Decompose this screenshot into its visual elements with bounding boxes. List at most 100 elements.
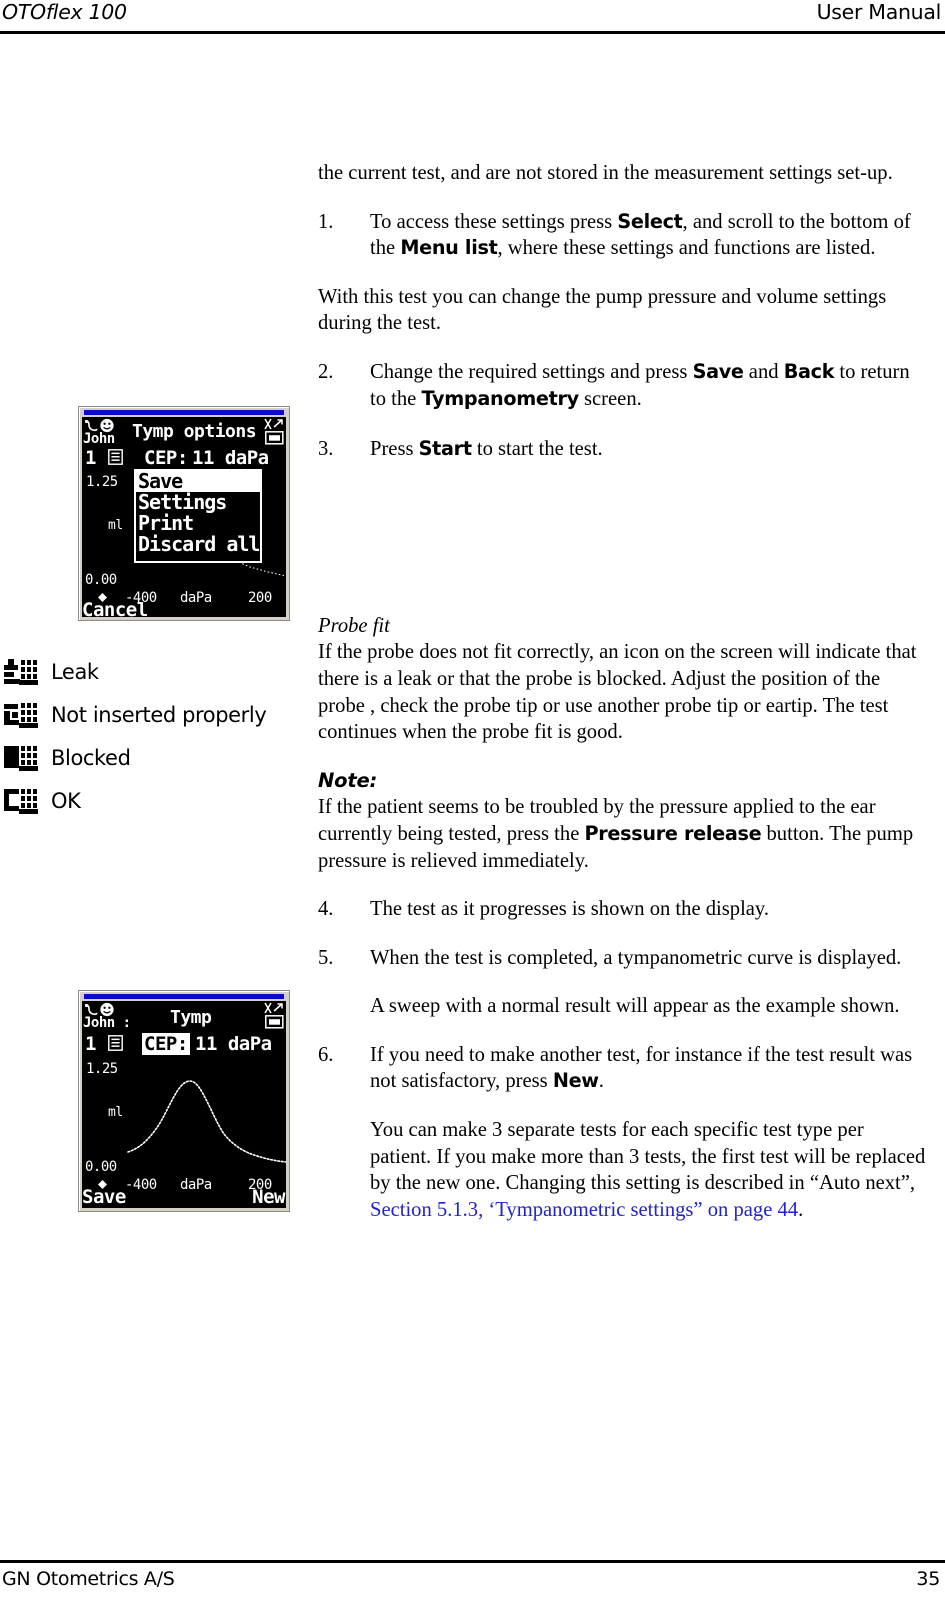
step-1-text-c: , where these settings and functions are…	[497, 237, 876, 260]
lcd-options-menu[interactable]: Save Settings Print Discard all	[134, 469, 262, 563]
probe-not-inserted-icon	[4, 702, 38, 728]
lcd-x-unit: daPa	[180, 590, 212, 606]
legend-row-blocked: Blocked	[4, 736, 304, 779]
lcd-x-unit-2: daPa	[180, 1177, 212, 1193]
lcd-patient-name-2: John :	[83, 1015, 131, 1031]
step-1-bold-menu-list: Menu list	[400, 236, 498, 260]
step-2-text-d: screen.	[578, 387, 642, 410]
step-3-text-b: to start the test.	[471, 438, 603, 461]
legend-label-leak: Leak	[51, 659, 99, 684]
footer-rule	[0, 1560, 945, 1563]
step-4: 4. The test as it progresses is shown on …	[318, 896, 928, 923]
legend-label-ok: OK	[51, 788, 81, 813]
legend-row-not-inserted: Not inserted properly	[4, 693, 304, 736]
menu-item-settings[interactable]: Settings	[136, 492, 260, 513]
step-6-text-b: .	[598, 1070, 604, 1093]
menu-item-save[interactable]: Save	[136, 471, 260, 492]
lcd-y-min: 0.00	[85, 572, 117, 588]
tympanogram-curve	[127, 1080, 286, 1163]
lcd-x-max: 200	[248, 590, 272, 606]
softkey-save[interactable]: Save	[82, 1186, 126, 1208]
step-6-bold-new: New	[552, 1069, 599, 1093]
lcd-patient-name: John	[83, 431, 115, 447]
step-1: 1. To access these settings press Select,…	[318, 209, 928, 262]
step-6-text-a: If you need to make another test, for in…	[370, 1043, 913, 1093]
lcd-screen-title-2: Tymp	[170, 1007, 212, 1028]
lcd-tymp-result: John : Tymp 1 CEP: 11 daPa 1.25 ml 0.00 …	[82, 1001, 286, 1208]
lcd-reading-value: 11 daPa	[192, 447, 269, 469]
step-2-bold-tympanometry: Tympanometry	[421, 386, 579, 410]
step-6-number: 6.	[318, 1043, 334, 1066]
step-5-number: 5.	[318, 946, 334, 969]
device-screenshot-tymp-result: John : Tymp 1 CEP: 11 daPa 1.25 ml 0.00 …	[78, 990, 290, 1212]
step-6-subparagraph: You can make 3 separate tests for each s…	[318, 1117, 928, 1223]
step-6-sub-text-b: .	[798, 1198, 804, 1221]
softkey-cancel[interactable]: Cancel	[82, 599, 148, 617]
softkey-new[interactable]: New	[252, 1186, 285, 1208]
step-5-text: When the test is completed, a tympanomet…	[370, 946, 902, 969]
legend-row-leak: Leak	[4, 650, 304, 693]
lcd-reading-value-2: 11 daPa	[195, 1033, 272, 1055]
probe-fit-icon	[265, 431, 284, 445]
step-2: 2. Change the required settings and press…	[318, 359, 928, 412]
probe-blocked-icon	[4, 745, 38, 771]
note-bold-pressure-release: Pressure release	[584, 821, 762, 845]
step-2-text-a: Change the required settings and press	[370, 360, 693, 383]
list-icon	[108, 449, 123, 465]
legend-row-ok: OK	[4, 779, 304, 822]
step-2-bold-back: Back	[783, 359, 835, 383]
lcd-test-number-2: 1	[85, 1033, 96, 1055]
step-6-sub-text-a: You can make 3 separate tests for each s…	[370, 1119, 926, 1195]
legend-label-not-inserted: Not inserted properly	[51, 702, 267, 727]
probe-fit-text: If the probe does not fit correctly, an …	[318, 641, 917, 744]
footer-page-number: 35	[916, 1568, 940, 1590]
header-product-title: OTOflex 100	[2, 0, 127, 24]
legend-label-blocked: Blocked	[51, 745, 131, 770]
note-section: Note: If the patient seems to be trouble…	[318, 768, 928, 874]
lcd-reading-label: CEP:	[144, 447, 188, 469]
probe-fit-icon	[265, 1015, 284, 1029]
ear-probe-status-icon	[264, 418, 284, 431]
step-3-text-a: Press	[370, 438, 419, 461]
cross-reference-link[interactable]: Section 5.1.3, ‘Tympanometric settings” …	[370, 1199, 798, 1221]
probe-ok-icon	[4, 788, 38, 814]
lcd-tymp-options: John Tymp options 1 CEP: 11 daPa 1.25 ml…	[82, 417, 286, 617]
step-1-bold-select: Select	[617, 209, 683, 233]
step-1-number: 1.	[318, 210, 334, 233]
step-2-bold-save: Save	[692, 359, 744, 383]
lcd-reading-label-2[interactable]: CEP:	[142, 1033, 190, 1055]
step-5-subparagraph: A sweep with a normal result will appear…	[370, 995, 900, 1018]
pump-paragraph: With this test you can change the pump p…	[318, 285, 887, 335]
step-2-number: 2.	[318, 360, 334, 383]
step-1-text-a: To access these settings press	[370, 210, 618, 233]
footer-company: GN Otometrics A/S	[2, 1568, 175, 1590]
lcd-screen-title: Tymp options	[132, 421, 257, 442]
probe-fit-heading: Probe fit	[318, 614, 390, 637]
ear-probe-status-icon	[264, 1002, 284, 1015]
menu-item-discard-all[interactable]: Discard all	[136, 534, 260, 555]
step-5: 5. When the test is completed, a tympanom…	[318, 945, 928, 972]
step-3-number: 3.	[318, 438, 334, 461]
note-text: If the patient seems to be troubled by t…	[318, 794, 928, 874]
header-document-title: User Manual	[816, 0, 942, 24]
step-2-text-b: and	[743, 360, 784, 383]
intro-paragraph: the current test, and are not stored in …	[318, 162, 893, 184]
device-titlebar	[84, 410, 284, 415]
step-4-text: The test as it progresses is shown on th…	[370, 898, 770, 921]
lcd-test-number: 1	[85, 447, 96, 469]
note-heading: Note:	[318, 768, 378, 792]
step-4-number: 4.	[318, 898, 334, 921]
page-footer: GN Otometrics A/S 35	[0, 1538, 945, 1598]
list-icon	[108, 1035, 123, 1051]
page-header: OTOflex 100 User Manual	[0, 0, 945, 36]
device-screenshot-tymp-options: John Tymp options 1 CEP: 11 daPa 1.25 ml…	[78, 406, 290, 621]
probe-fit-section: Probe fit If the probe does not fit corr…	[318, 613, 928, 746]
menu-item-print[interactable]: Print	[136, 513, 260, 534]
header-rule	[0, 31, 945, 34]
lcd-y-max: 1.25	[86, 474, 118, 490]
step-3-bold-start: Start	[418, 437, 472, 461]
step-6: 6. If you need to make another test, for …	[318, 1042, 928, 1095]
device-titlebar-2	[84, 994, 284, 999]
probe-fit-legend: Leak Not inserted properly Blocked OK	[4, 650, 304, 822]
lcd-x-min-2: -400	[125, 1177, 157, 1193]
